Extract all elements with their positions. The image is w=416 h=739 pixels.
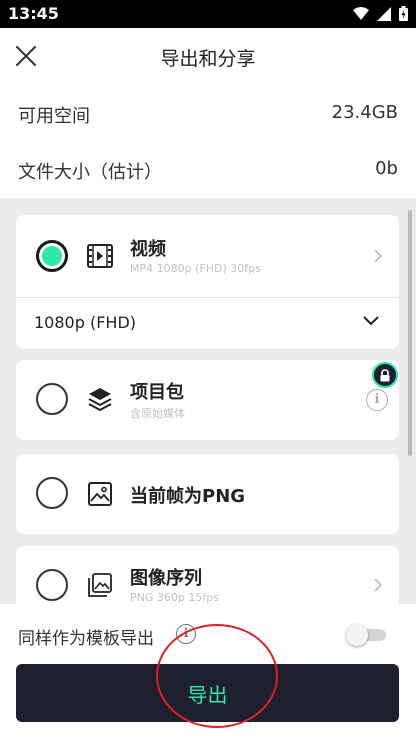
- option-video[interactable]: 视频 MP4 1080p (FHD) 30fps: [16, 215, 399, 297]
- signal-icon: [377, 6, 391, 21]
- image-sequence-title: 图像序列: [130, 568, 202, 589]
- scrollbar[interactable]: [408, 210, 412, 456]
- resolution-select[interactable]: 1080p (FHD): [16, 298, 399, 349]
- status-time: 13:45: [8, 4, 59, 23]
- project-package-title: 项目包: [130, 382, 184, 403]
- film-icon: [86, 242, 114, 270]
- option-video-card: 视频 MP4 1080p (FHD) 30fps 1080p (FHD): [16, 215, 399, 349]
- option-project-package[interactable]: 项目包 含原始媒体 i: [16, 360, 399, 440]
- image-icon: [86, 480, 114, 508]
- export-footer: 同样作为模板导出 i 导出: [0, 604, 416, 739]
- info-icon[interactable]: i: [176, 624, 196, 644]
- export-button[interactable]: 导出: [16, 664, 399, 722]
- available-space-value: 23.4GB: [331, 102, 398, 123]
- project-package-radio[interactable]: [36, 383, 68, 415]
- current-frame-title: 当前帧为PNG: [130, 486, 246, 507]
- available-space-row: 可用空间 23.4GB: [0, 86, 416, 142]
- image-sequence-radio[interactable]: [36, 569, 68, 601]
- image-stack-icon: [86, 571, 114, 599]
- page-title: 导出和分享: [160, 48, 256, 70]
- lock-icon: [372, 362, 398, 388]
- export-options-list[interactable]: 视频 MP4 1080p (FHD) 30fps 1080p (FHD) 项目包…: [0, 198, 416, 604]
- toggle-knob: [346, 624, 368, 646]
- option-image-sequence[interactable]: 图像序列 PNG 360p 15fps: [16, 546, 399, 604]
- template-export-label: 同样作为模板导出: [18, 629, 154, 649]
- template-export-toggle[interactable]: [346, 624, 386, 646]
- video-subtitle: MP4 1080p (FHD) 30fps: [130, 262, 261, 275]
- chevron-down-icon: [363, 316, 379, 326]
- header: 导出和分享: [0, 28, 416, 86]
- option-current-frame-png[interactable]: 当前帧为PNG: [16, 454, 399, 534]
- project-package-subtitle: 含原始媒体: [130, 407, 185, 420]
- battery-icon: [399, 6, 408, 21]
- info-icon[interactable]: i: [366, 389, 388, 411]
- layers-icon: [86, 385, 114, 413]
- video-radio[interactable]: [36, 240, 68, 272]
- chevron-right-icon: [374, 578, 383, 592]
- current-frame-radio[interactable]: [36, 477, 68, 509]
- image-sequence-subtitle: PNG 360p 15fps: [130, 591, 219, 604]
- status-icons: [353, 6, 408, 21]
- wifi-icon: [353, 6, 369, 20]
- file-size-value: 0b: [375, 158, 398, 179]
- video-title: 视频: [130, 239, 166, 260]
- resolution-value: 1080p (FHD): [34, 313, 136, 332]
- file-size-row: 文件大小（估计） 0b: [0, 142, 416, 198]
- file-size-label: 文件大小（估计）: [18, 162, 162, 183]
- export-button-label: 导出: [187, 682, 228, 707]
- available-space-label: 可用空间: [18, 106, 90, 127]
- chevron-right-icon: [374, 249, 383, 263]
- status-bar: 13:45: [0, 0, 416, 28]
